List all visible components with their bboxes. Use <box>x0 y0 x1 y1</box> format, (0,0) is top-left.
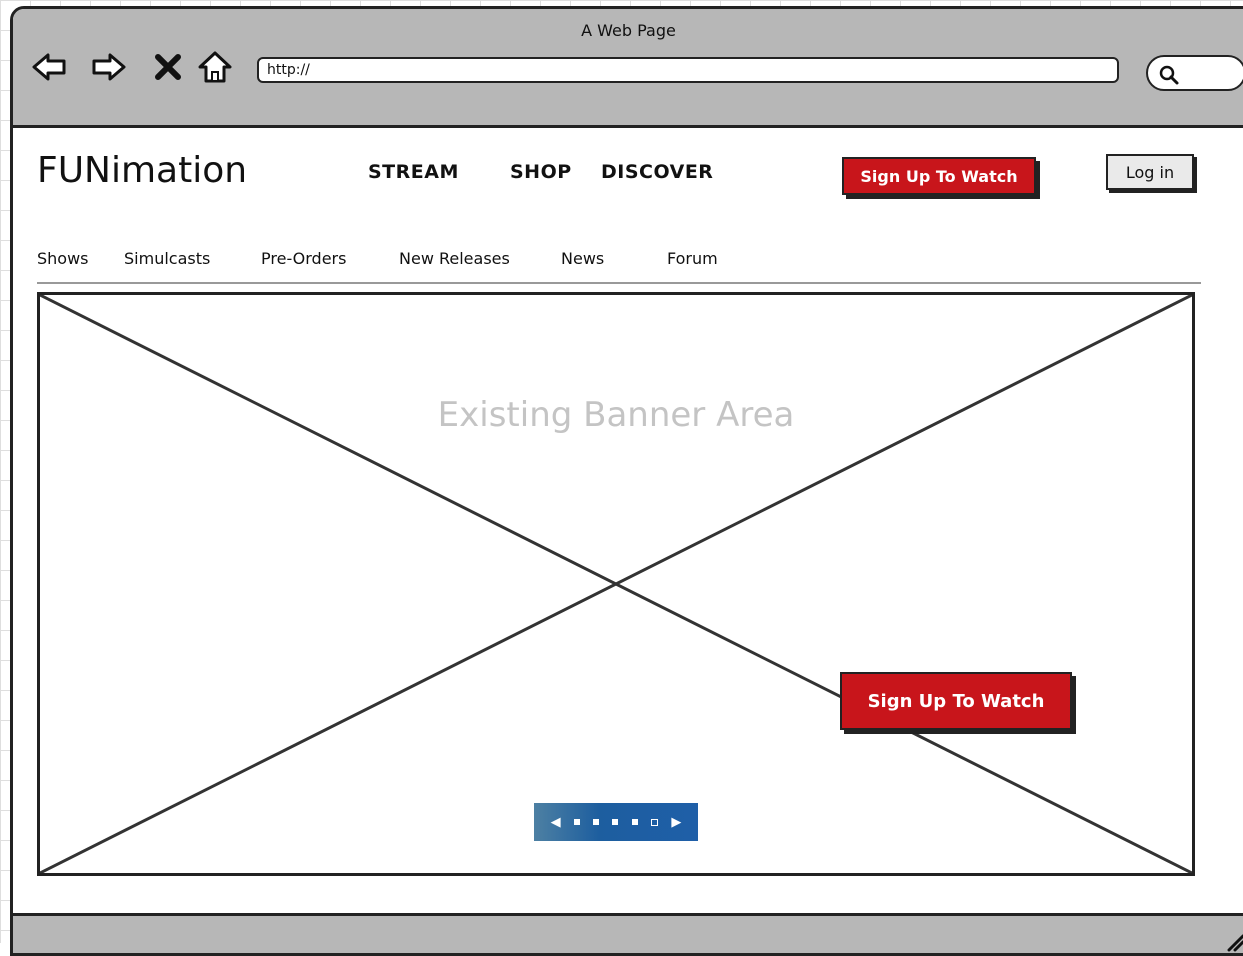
banner-label: Existing Banner Area <box>437 395 795 435</box>
carousel-dot[interactable] <box>612 819 619 825</box>
subnav-pre-orders[interactable]: Pre-Orders <box>261 249 346 268</box>
browser-status-bar <box>13 913 1243 953</box>
forward-arrow-icon[interactable] <box>91 49 127 85</box>
triangle-right-icon[interactable]: ▶ <box>671 815 681 830</box>
carousel-dot[interactable] <box>573 819 580 825</box>
home-icon[interactable] <box>197 49 233 85</box>
subnav-forum[interactable]: Forum <box>667 249 718 268</box>
back-arrow-icon[interactable] <box>31 49 67 85</box>
carousel-controls: ◀ ▶ <box>534 803 698 841</box>
subnav-new-releases[interactable]: New Releases <box>399 249 510 268</box>
subnav-shows[interactable]: Shows <box>37 249 89 268</box>
subnav-news[interactable]: News <box>561 249 604 268</box>
site-logo[interactable]: FUNimation <box>37 150 247 191</box>
search-icon <box>1159 65 1179 85</box>
banner-image-placeholder: Existing Banner Area Sign Up To Watch ◀ … <box>37 292 1195 876</box>
carousel-dot-active[interactable] <box>651 818 659 826</box>
address-bar[interactable] <box>257 57 1119 83</box>
stop-x-icon[interactable] <box>153 49 183 85</box>
resize-grip-icon[interactable] <box>1223 928 1243 952</box>
browser-search-box[interactable] <box>1146 55 1243 91</box>
carousel-dot[interactable] <box>631 819 638 825</box>
nav-shop[interactable]: SHOP <box>510 161 572 183</box>
subnav-divider <box>37 282 1201 284</box>
carousel-dot[interactable] <box>593 819 600 825</box>
nav-stream[interactable]: STREAM <box>368 161 459 183</box>
browser-chrome: A Web Page <box>13 9 1243 128</box>
window-title: A Web Page <box>581 21 676 40</box>
subnav-simulcasts[interactable]: Simulcasts <box>124 249 210 268</box>
page-content: FUNimation STREAM SHOP DISCOVER Sign Up … <box>13 128 1243 953</box>
browser-window: A Web Page http:// FUNimation STREAM SHO… <box>10 6 1243 956</box>
header-signup-button[interactable]: Sign Up To Watch <box>842 157 1036 195</box>
login-button[interactable]: Log in <box>1106 154 1194 190</box>
banner-signup-button[interactable]: Sign Up To Watch <box>840 672 1072 730</box>
nav-discover[interactable]: DISCOVER <box>601 161 713 183</box>
placeholder-cross-icon <box>40 295 1192 873</box>
triangle-left-icon[interactable]: ◀ <box>551 815 561 830</box>
